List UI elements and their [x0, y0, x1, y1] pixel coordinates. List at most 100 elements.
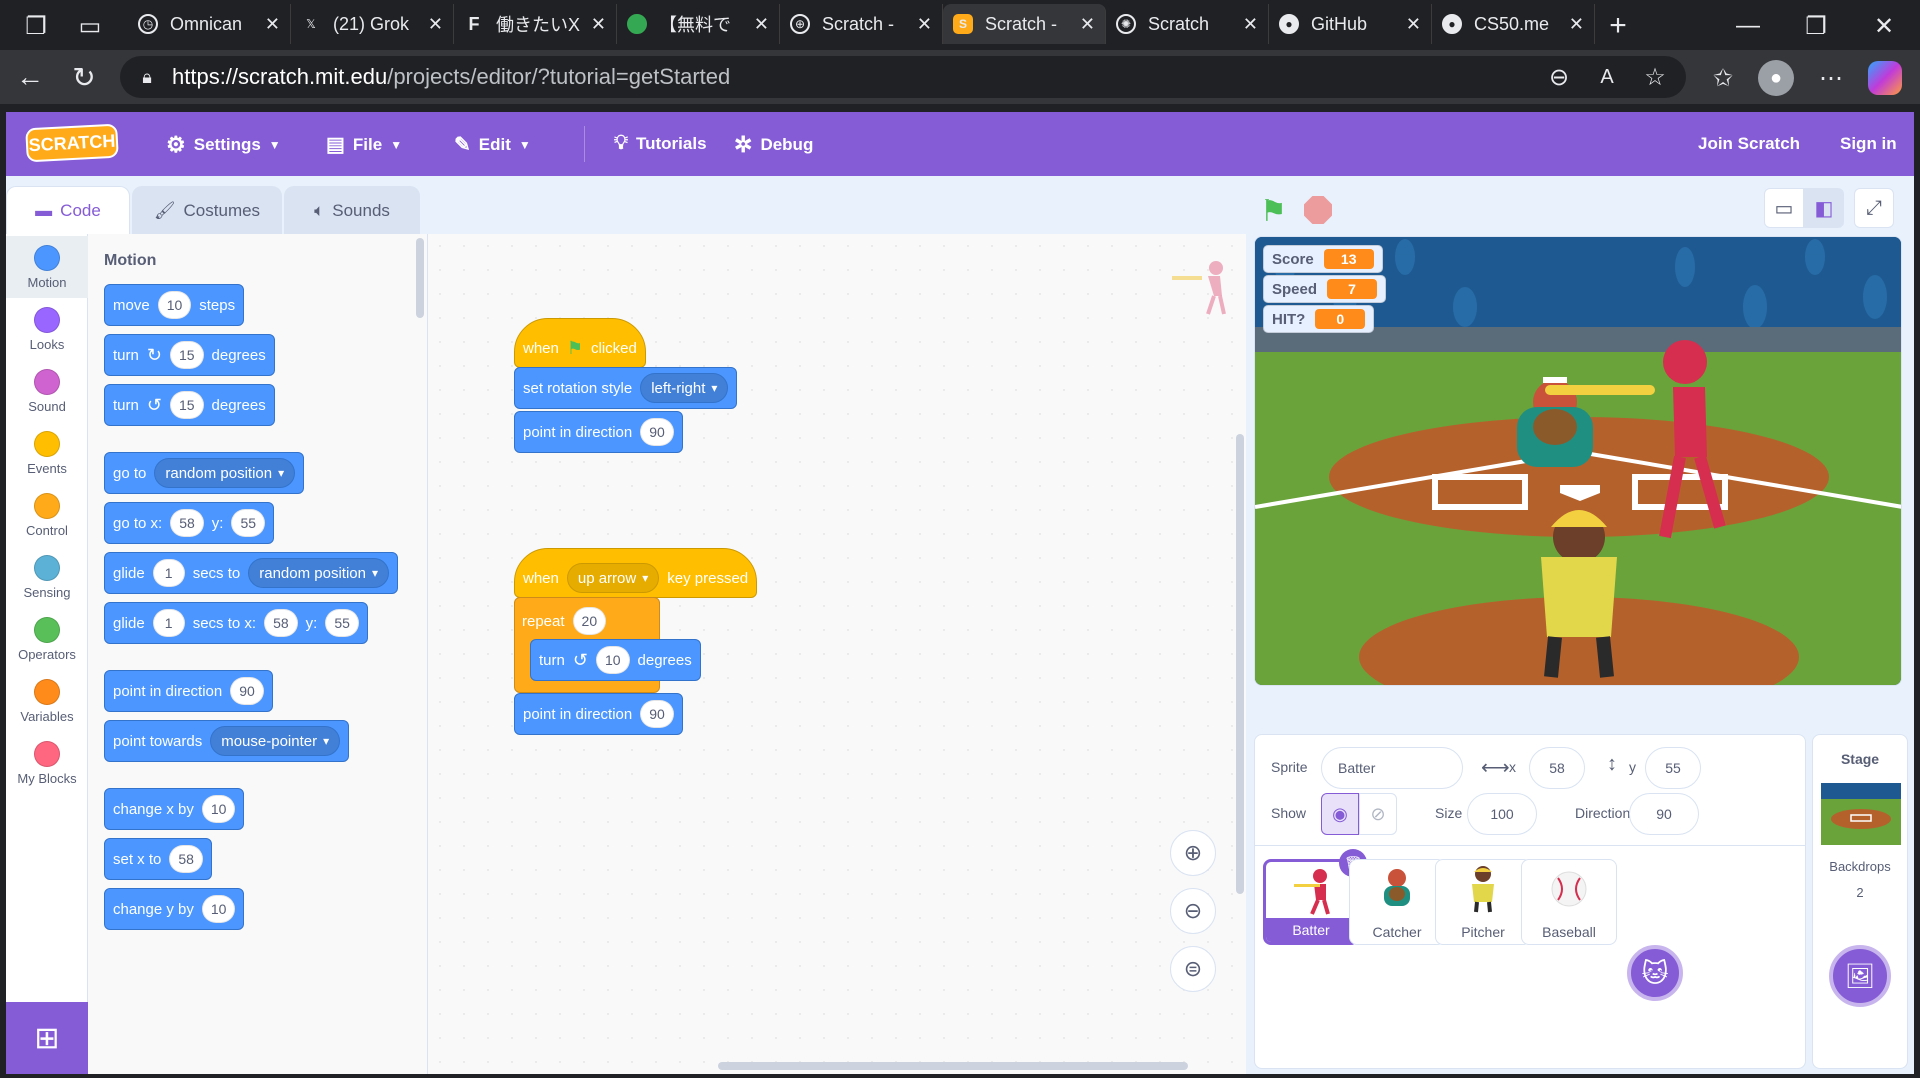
scratch-logo[interactable]: SCRATCH	[25, 123, 119, 163]
block-turn-left[interactable]: turn ↺ 10 degrees	[530, 639, 701, 681]
refresh-icon[interactable]: ↻	[66, 59, 102, 95]
category-looks[interactable]: Looks	[6, 298, 88, 360]
browser-tab[interactable]: ⊕ Scratch - ✕	[780, 4, 943, 44]
category-my-blocks[interactable]: My Blocks	[6, 732, 88, 794]
close-tab-icon[interactable]: ✕	[1243, 14, 1258, 35]
block-move[interactable]: move 10 steps	[104, 284, 245, 326]
variable-monitor-score[interactable]: Score 13	[1263, 245, 1383, 273]
tutorials-button[interactable]: 💡︎ Tutorials	[614, 132, 707, 155]
browser-tab[interactable]: ● GitHub ✕	[1269, 4, 1432, 44]
category-motion[interactable]: Motion	[6, 236, 88, 298]
minimize-icon[interactable]: —	[1730, 8, 1766, 44]
close-tab-icon[interactable]: ✕	[591, 14, 606, 35]
stage-canvas[interactable]: Score 13 Speed 7 HIT? 0	[1254, 236, 1902, 686]
favorite-star-icon[interactable]: ☆	[1640, 62, 1670, 92]
zoom-out-button[interactable]: ⊖	[1170, 888, 1216, 934]
close-tab-icon[interactable]: ✕	[428, 14, 443, 35]
block-glide-to[interactable]: glide 1 secs to random position	[104, 552, 398, 594]
sprite-name-input[interactable]: Batter	[1321, 747, 1463, 789]
block-go-to-xy[interactable]: go to x: 58 y: 55	[104, 502, 275, 544]
browser-tab[interactable]: ◷ Omnican ✕	[128, 4, 291, 44]
close-window-icon[interactable]: ✕	[1866, 8, 1902, 44]
browser-tab[interactable]: F 働きたいX ✕	[454, 4, 617, 44]
sprite-tile-catcher[interactable]: Catcher	[1349, 859, 1445, 945]
variable-monitor-speed[interactable]: Speed 7	[1263, 275, 1387, 303]
block-set-rotation-style[interactable]: set rotation style left-right	[514, 367, 738, 409]
category-sound[interactable]: Sound	[6, 360, 88, 422]
block-set-x[interactable]: set x to 58	[104, 838, 212, 880]
zoom-icon[interactable]: ⊖	[1544, 62, 1574, 92]
browser-tab[interactable]: ✺ Scratch ✕	[1106, 4, 1269, 44]
variable-monitor-hit[interactable]: HIT? 0	[1263, 305, 1375, 333]
block-change-x[interactable]: change x by 10	[104, 788, 245, 830]
more-menu-icon[interactable]: ⋯	[1814, 61, 1848, 95]
tab-actions-icon[interactable]: ▭	[74, 10, 106, 42]
normal-stage-button[interactable]: ◧	[1804, 188, 1844, 228]
block-glide-to-xy[interactable]: glide 1 secs to x: 58 y: 55	[104, 602, 368, 644]
debug-button[interactable]: ✲ Debug	[734, 132, 813, 158]
profile-avatar[interactable]: ●	[1758, 60, 1794, 96]
show-visible-button[interactable]: ◉	[1321, 793, 1359, 835]
sprite-tile-baseball[interactable]: Baseball	[1521, 859, 1617, 945]
browser-tab[interactable]: 𝕏 (21) Grok ✕	[291, 4, 454, 44]
workspace-hscrollbar[interactable]	[718, 1062, 1188, 1070]
copilot-icon[interactable]	[1868, 61, 1902, 95]
workspace-vscrollbar[interactable]	[1236, 434, 1244, 894]
block-change-y[interactable]: change y by 10	[104, 888, 245, 930]
category-operators[interactable]: Operators	[6, 608, 88, 670]
block-point-in-direction[interactable]: point in direction 90	[514, 411, 683, 453]
show-hidden-button[interactable]: ⊘	[1359, 793, 1397, 835]
sprite-tile-pitcher[interactable]: Pitcher	[1435, 859, 1531, 945]
tab-code[interactable]: ▬ Code	[6, 186, 130, 234]
block-turn-left[interactable]: turn ↺ 15 degrees	[104, 384, 275, 426]
choose-sprite-button[interactable]: 🐱︎	[1627, 945, 1683, 1001]
close-tab-icon[interactable]: ✕	[1080, 14, 1095, 35]
category-events[interactable]: Events	[6, 422, 88, 484]
category-control[interactable]: Control	[6, 484, 88, 546]
zoom-reset-button[interactable]: ⊜	[1170, 946, 1216, 992]
code-workspace[interactable]: when ⚑ clicked set rotation style left-righ…	[428, 234, 1246, 1074]
category-variables[interactable]: Variables	[6, 670, 88, 732]
green-flag-button[interactable]: ⚑	[1260, 194, 1287, 229]
sign-in-link[interactable]: Sign in	[1840, 134, 1897, 154]
block-point-in-direction[interactable]: point in direction 90	[514, 693, 683, 735]
direction-input[interactable]: 90	[1629, 793, 1699, 835]
workspaces-icon[interactable]: ❐	[20, 10, 52, 42]
choose-backdrop-button[interactable]: 🖼︎	[1829, 945, 1891, 1007]
y-position-input[interactable]: 55	[1645, 747, 1701, 789]
settings-menu[interactable]: ⚙ Settings ▼	[166, 132, 281, 158]
favorites-icon[interactable]: ✩	[1706, 61, 1740, 95]
block-when-flag-clicked[interactable]: when ⚑ clicked	[514, 318, 646, 368]
tab-sounds[interactable]: 🔈︎ Sounds	[284, 186, 420, 234]
file-menu[interactable]: ▤ File ▼	[326, 132, 402, 157]
close-tab-icon[interactable]: ✕	[754, 14, 769, 35]
stop-button[interactable]	[1304, 196, 1332, 224]
new-tab-icon[interactable]: +	[1600, 8, 1636, 44]
block-turn-right[interactable]: turn ↻ 15 degrees	[104, 334, 275, 376]
stage-selector-panel[interactable]: Stage Backdrops 2 🖼︎	[1812, 734, 1908, 1069]
size-input[interactable]: 100	[1467, 793, 1537, 835]
browser-tab[interactable]: 【無料で ✕	[617, 4, 780, 44]
add-extension-button[interactable]: ⊞	[6, 1002, 88, 1074]
block-point-towards[interactable]: point towards mouse-pointer	[104, 720, 350, 762]
tab-costumes[interactable]: 🖌︎ Costumes	[132, 186, 282, 234]
restore-icon[interactable]: ❐	[1798, 8, 1834, 44]
block-go-to[interactable]: go to random position	[104, 452, 305, 494]
url-field[interactable]: 🔒︎ https://scratch.mit.edu/projects/edit…	[120, 56, 1686, 98]
join-scratch-link[interactable]: Join Scratch	[1698, 134, 1800, 154]
read-aloud-icon[interactable]: A	[1592, 62, 1622, 92]
close-tab-icon[interactable]: ✕	[1569, 14, 1584, 35]
back-icon[interactable]: ←	[12, 59, 48, 95]
palette-scrollbar[interactable]	[416, 238, 424, 318]
close-tab-icon[interactable]: ✕	[1406, 14, 1421, 35]
block-when-key-pressed[interactable]: whenup arrowkey pressed	[514, 548, 758, 598]
browser-tab[interactable]: ● CS50.me ✕	[1432, 4, 1595, 44]
x-position-input[interactable]: 58	[1529, 747, 1585, 789]
fullscreen-button[interactable]: ⤢	[1854, 188, 1894, 228]
close-tab-icon[interactable]: ✕	[917, 14, 932, 35]
browser-tab-active[interactable]: S Scratch - ✕	[943, 4, 1106, 44]
category-sensing[interactable]: Sensing	[6, 546, 88, 608]
block-point-in-direction[interactable]: point in direction 90	[104, 670, 273, 712]
close-tab-icon[interactable]: ✕	[265, 14, 280, 35]
zoom-in-button[interactable]: ⊕	[1170, 830, 1216, 876]
